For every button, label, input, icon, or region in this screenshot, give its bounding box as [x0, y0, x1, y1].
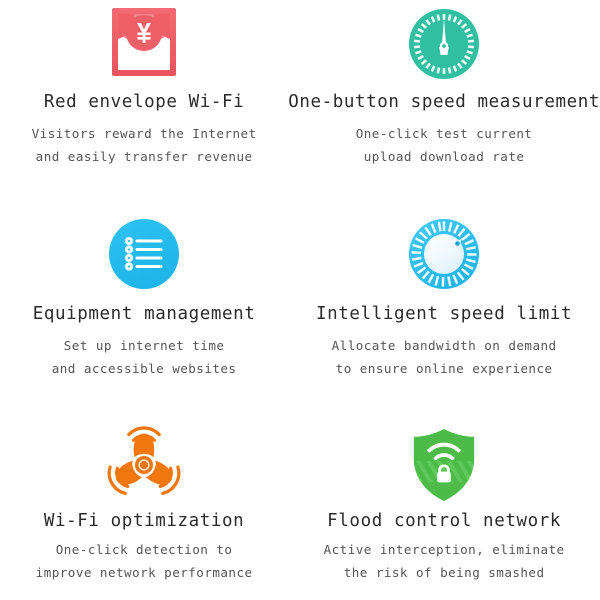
speedometer-icon [406, 6, 482, 82]
feature-desc-line: Set up internet time [63, 338, 225, 353]
feature-desc-line: Visitors reward the Internet [31, 126, 257, 141]
feature-title: Intelligent speed limit [316, 304, 573, 324]
feature-desc-line: to ensure online experience [335, 361, 553, 377]
feature-description: Visitors reward the Internet and easily … [32, 122, 257, 169]
feature-title: One-button speed measurement [288, 92, 600, 112]
feature-desc-line: and easily transfer revenue [35, 149, 253, 165]
feature-desc-line: the risk of being smashed [343, 565, 545, 581]
feature-description: Active interception, eliminate the risk … [324, 538, 565, 585]
feature-title: Equipment management [32, 304, 256, 324]
feature-title: Flood control network [327, 511, 562, 531]
feature-description: One-click detection to improve network p… [36, 538, 253, 585]
feature-card-equipment-management[interactable]: Equipment management Set up internet tim… [0, 200, 288, 405]
feature-description: Allocate bandwidth on demand to ensure o… [332, 334, 557, 381]
feature-desc-line: upload download rate [363, 149, 525, 165]
feature-desc-line: Allocate bandwidth on demand [331, 338, 557, 353]
feature-grid: Red envelope Wi-Fi Visitors reward the I… [0, 0, 600, 600]
feature-desc-line: and accessible websites [51, 361, 237, 377]
feature-card-one-button-speed-measurement[interactable]: One-button speed measurement One-click t… [288, 0, 600, 200]
feature-title: Wi-Fi optimization [43, 511, 245, 531]
feature-description: Set up internet time and accessible webs… [52, 334, 237, 381]
fan-blade-icon [106, 426, 182, 503]
feature-description: One-click test current upload download r… [356, 122, 533, 169]
list-circle-icon [106, 216, 182, 292]
shield-lock-wifi-icon [406, 427, 482, 503]
feature-card-red-envelope-wifi[interactable]: Red envelope Wi-Fi Visitors reward the I… [0, 0, 288, 200]
dial-knob-icon [406, 216, 482, 292]
feature-card-wifi-optimization[interactable]: Wi-Fi optimization One-click detection t… [0, 405, 288, 600]
feature-card-flood-control-network[interactable]: Flood control network Active interceptio… [288, 405, 600, 600]
feature-title: Red envelope Wi-Fi [43, 92, 245, 112]
feature-desc-line: improve network performance [35, 565, 253, 581]
feature-desc-line: Active interception, eliminate [323, 542, 565, 557]
feature-desc-line: One-click test current [355, 126, 533, 141]
feature-desc-line: One-click detection to [55, 542, 233, 557]
red-envelope-icon [106, 6, 182, 82]
feature-card-intelligent-speed-limit[interactable]: Intelligent speed limit Allocate bandwid… [288, 200, 600, 405]
